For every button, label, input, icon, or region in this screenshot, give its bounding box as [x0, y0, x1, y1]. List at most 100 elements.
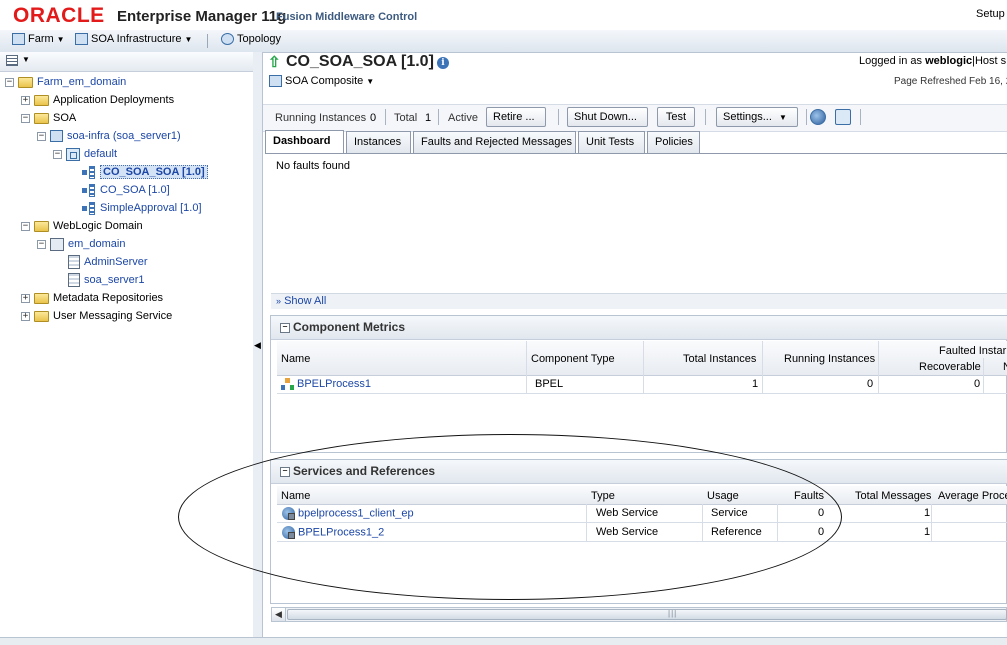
folder-icon [34, 292, 49, 304]
tree-item-label[interactable]: Metadata Repositories [53, 292, 163, 304]
tree-item-soa-infra[interactable]: − soa-infra (soa_server1) [37, 127, 181, 145]
logged-in-user: weblogic [925, 55, 973, 67]
retire-button[interactable]: Retire ... [486, 107, 546, 127]
toolbar-separator [558, 109, 559, 125]
tree-item-admin-server[interactable]: AdminServer [68, 253, 148, 271]
running-instances-value: 0 [370, 112, 377, 124]
tree-item-label[interactable]: Farm_em_domain [37, 76, 126, 88]
tree-item-application-deployments[interactable]: + Application Deployments [21, 91, 174, 109]
composite-icon [82, 201, 96, 215]
topology-link[interactable]: Topology [221, 33, 281, 45]
column-header-nonrecoverable[interactable]: N [1003, 361, 1007, 373]
column-header-total-instances[interactable]: Total Instances [683, 353, 756, 365]
expand-icon[interactable]: + [21, 311, 30, 321]
shutdown-button[interactable]: Shut Down... [567, 107, 648, 127]
collapse-icon[interactable]: − [37, 131, 46, 141]
setup-link[interactable]: Setup [976, 8, 1005, 20]
web-service-icon [282, 526, 295, 539]
service-name-link[interactable]: bpelprocess1_client_ep [298, 507, 414, 519]
collapse-icon[interactable]: − [280, 322, 290, 333]
column-header-name[interactable]: Name [281, 353, 310, 365]
tab-instances[interactable]: Instances [346, 131, 411, 153]
column-header-average-processing[interactable]: Average Proce [938, 490, 1007, 502]
column-header-usage[interactable]: Usage [707, 490, 739, 502]
tree-item-farm[interactable]: − Farm_em_domain [5, 73, 126, 91]
tree-item-soa[interactable]: − SOA [21, 109, 76, 127]
tree-item-label[interactable]: WebLogic Domain [53, 220, 143, 232]
service-name-link[interactable]: BPELProcess1_2 [298, 526, 384, 538]
collapse-icon[interactable]: − [21, 113, 30, 123]
collapse-pane-icon[interactable]: ◀ [254, 340, 261, 351]
tree-item-co-soa[interactable]: CO_SOA [1.0] [82, 181, 170, 199]
soa-infrastructure-menu-label: SOA Infrastructure [91, 33, 182, 45]
info-icon[interactable]: i [437, 57, 449, 69]
tree-item-label[interactable]: default [84, 148, 117, 160]
tree-item-label[interactable]: AdminServer [84, 256, 148, 268]
services-references-title[interactable]: − Services and References [280, 464, 435, 478]
tree-item-label[interactable]: em_domain [68, 238, 125, 250]
tree-item-label[interactable]: CO_SOA [1.0] [100, 184, 170, 196]
topology-icon [221, 33, 234, 45]
component-name-link[interactable]: BPELProcess1 [297, 378, 371, 390]
tree-item-co-soa-soa[interactable]: CO_SOA_SOA [1.0] [82, 163, 208, 181]
tree-item-label[interactable]: soa-infra (soa_server1) [67, 130, 181, 142]
tree-item-label[interactable]: soa_server1 [84, 274, 145, 286]
collapse-icon[interactable]: − [53, 149, 62, 159]
farm-menu[interactable]: Farm ▼ [12, 33, 65, 45]
toolbar-separator [806, 109, 807, 125]
tree-item-label[interactable]: SimpleApproval [1.0] [100, 202, 202, 214]
web-service-test-icon[interactable] [810, 109, 826, 125]
tree-item-label[interactable]: User Messaging Service [53, 310, 172, 322]
list-menu-icon[interactable] [6, 55, 18, 66]
column-header-running-instances[interactable]: Running Instances [784, 353, 875, 365]
tab-unit-tests[interactable]: Unit Tests [578, 131, 645, 153]
soa-infrastructure-menu[interactable]: SOA Infrastructure ▼ [75, 33, 192, 45]
bpel-process-icon [281, 378, 294, 391]
tab-dashboard[interactable]: Dashboard [265, 130, 344, 154]
tab-policies[interactable]: Policies [647, 131, 700, 153]
collapse-icon[interactable]: − [5, 77, 14, 87]
xml-source-icon[interactable] [835, 109, 851, 125]
component-metrics-title[interactable]: − Component Metrics [280, 320, 405, 334]
collapse-icon[interactable]: − [280, 466, 290, 477]
tree-item-label[interactable]: CO_SOA_SOA [1.0] [100, 165, 208, 179]
show-all-link[interactable]: » Show All [276, 295, 326, 307]
tree-item-label[interactable]: SOA [53, 112, 76, 124]
table-row[interactable]: BPELProcess1_2 [282, 526, 384, 539]
column-header-faults[interactable]: Faults [794, 490, 824, 502]
column-header-total-messages[interactable]: Total Messages [855, 490, 931, 502]
tree-item-simple-approval[interactable]: SimpleApproval [1.0] [82, 199, 202, 217]
tree-item-default[interactable]: − default [53, 145, 117, 163]
navigation-toolbar [0, 52, 253, 72]
collapse-icon[interactable]: − [21, 221, 30, 231]
tab-faults-rejected[interactable]: Faults and Rejected Messages [413, 131, 576, 153]
collapse-icon[interactable]: − [37, 239, 46, 249]
expand-icon[interactable]: + [21, 95, 30, 105]
tree-item-user-messaging[interactable]: + User Messaging Service [21, 307, 172, 325]
column-header-type[interactable]: Type [591, 490, 615, 502]
table-row[interactable]: bpelprocess1_client_ep [282, 507, 414, 520]
tree-item-em-domain[interactable]: − em_domain [37, 235, 125, 253]
logged-in-prefix: Logged in as [859, 55, 922, 67]
test-button[interactable]: Test [657, 107, 695, 127]
table-row[interactable]: BPELProcess1 [281, 378, 371, 391]
tree-item-weblogic-domain[interactable]: − WebLogic Domain [21, 217, 143, 235]
scrollbar-thumb[interactable] [287, 609, 1007, 620]
scroll-left-icon[interactable]: ◀ [272, 608, 286, 621]
column-header-component-type[interactable]: Component Type [531, 353, 615, 365]
toolbar-separator [438, 109, 439, 125]
column-header-name[interactable]: Name [281, 490, 310, 502]
tree-item-metadata-repositories[interactable]: + Metadata Repositories [21, 289, 163, 307]
column-divider [643, 341, 644, 393]
soa-composite-menu[interactable]: SOA Composite ▼ [269, 75, 374, 87]
toolbar-separator [705, 109, 706, 125]
column-divider [777, 504, 778, 542]
settings-button[interactable]: Settings... ▼ [716, 107, 798, 127]
tree-item-soa-server1[interactable]: soa_server1 [68, 271, 145, 289]
chevron-down-icon[interactable]: ▼ [22, 55, 30, 64]
column-header-recoverable[interactable]: Recoverable [919, 361, 981, 373]
column-header-faulted-instances[interactable]: Faulted Instar [939, 345, 1006, 357]
tree-item-label[interactable]: Application Deployments [53, 94, 174, 106]
service-total-messages-cell: 1 [924, 526, 931, 538]
expand-icon[interactable]: + [21, 293, 30, 303]
